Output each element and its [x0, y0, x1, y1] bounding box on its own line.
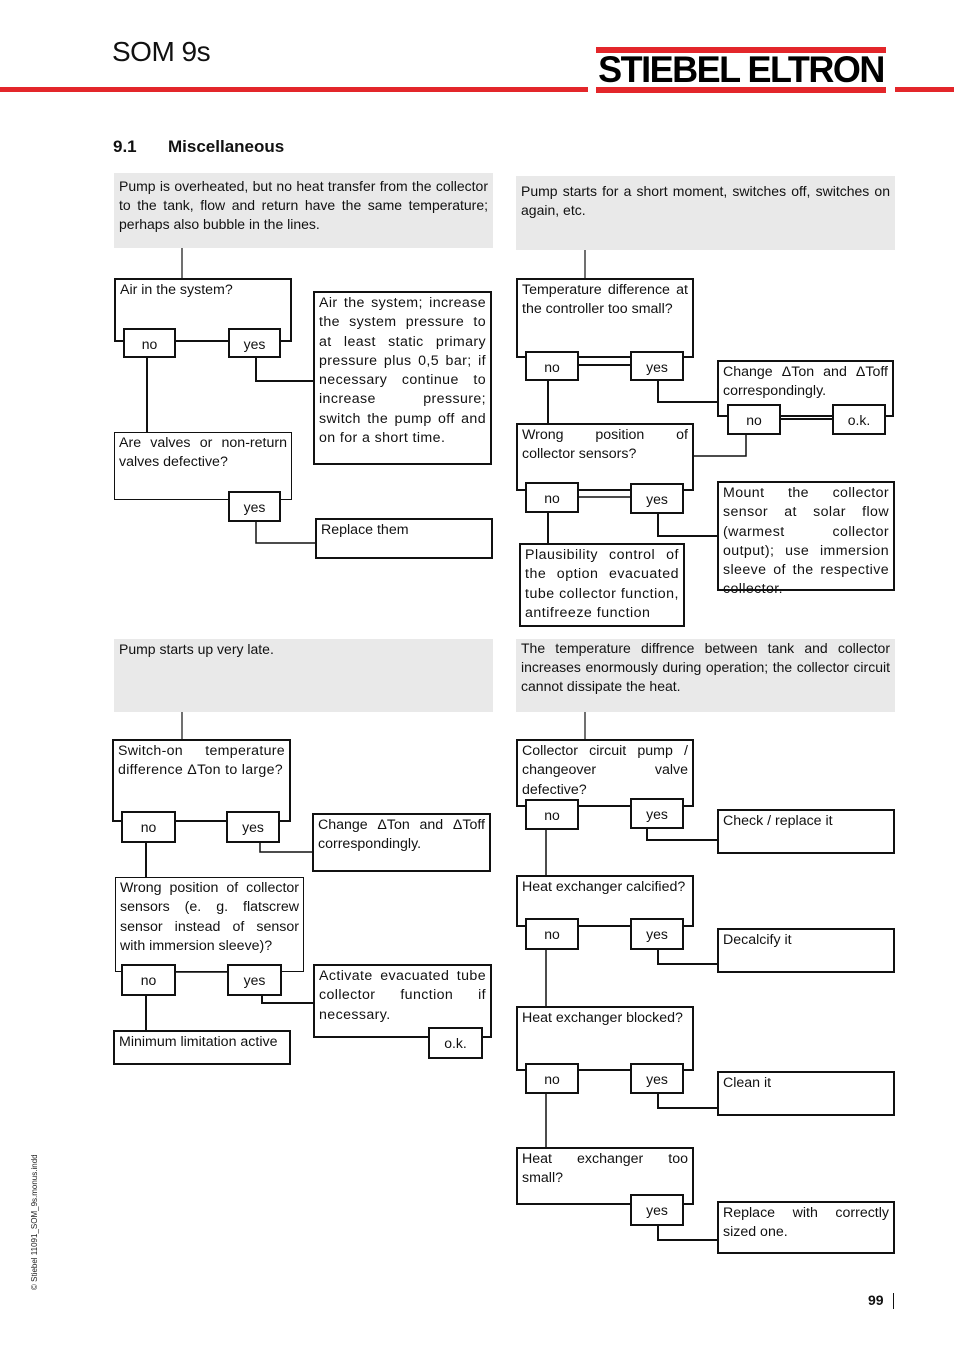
action-clean: Clean it: [717, 1071, 895, 1116]
answer-no: no: [525, 1063, 579, 1094]
question-temp-difference-too-small: Temperature difference at the controller…: [516, 278, 694, 358]
answer-ok: o.k.: [832, 404, 886, 435]
answer-no: no: [525, 918, 579, 950]
action-decalcify: Decalcify it: [717, 928, 895, 973]
connector: [657, 949, 718, 965]
section-title: Miscellaneous: [168, 137, 285, 156]
answer-yes: yes: [630, 1063, 684, 1094]
answer-yes: yes: [228, 491, 281, 522]
problem-box-pump-overheated: Pump is overheated, but no heat transfer…: [114, 173, 493, 248]
connector: [693, 434, 747, 457]
action-minimum-limitation: Minimum limitation active: [113, 1030, 291, 1065]
action-mount-collector-sensor: Mount the collector sensor at solar flow…: [717, 481, 895, 597]
connector: [255, 356, 315, 382]
question-heat-exchanger-blocked: Heat exchanger blocked?: [516, 1006, 694, 1071]
action-air-the-system: Air the system; increase the system pres…: [313, 291, 492, 465]
answer-ok: o.k.: [428, 1027, 483, 1059]
page-number-divider: [893, 1293, 894, 1309]
connector: [657, 1094, 718, 1109]
header-rule-left: [0, 87, 588, 92]
question-wrong-sensor-position-detailed: Wrong position of collector sensors (e. …: [115, 877, 304, 972]
document-title: SOM 9s: [112, 36, 211, 67]
answer-yes: yes: [630, 1194, 684, 1226]
section-heading: 9.1 Miscellaneous: [113, 137, 284, 157]
connector: [255, 520, 316, 544]
problem-box-temp-difference-increases: The temperature diffrence between tank a…: [516, 639, 895, 712]
section-number: 9.1: [113, 137, 137, 156]
answer-yes: yes: [630, 798, 684, 829]
answer-yes: yes: [630, 483, 684, 514]
connector: [657, 1225, 718, 1241]
file-reference: © Stiebel 11091_SOM_9s.monus.indd: [30, 1154, 39, 1290]
question-valves-defective: Are valves or non-return valves defectiv…: [114, 432, 292, 500]
connector: [259, 842, 314, 853]
answer-no: no: [525, 351, 579, 381]
action-replace-them: Replace them: [315, 518, 493, 559]
header-rule-right: [895, 87, 954, 92]
connector: [646, 829, 718, 841]
answer-no: no: [727, 404, 781, 435]
connector: [657, 512, 718, 537]
action-replace-correctly-sized: Replace with correctly sized one.: [717, 1201, 895, 1254]
question-switch-on-delta-ton: Switch-on temperature difference ΔTon to…: [112, 739, 291, 822]
brand-name: STIEBEL ELTRON: [598, 48, 885, 91]
connector: [657, 379, 718, 403]
question-wrong-sensor-position: Wrong position of collector sensors?: [516, 423, 694, 491]
answer-no: no: [121, 964, 176, 996]
answer-no: no: [121, 811, 176, 843]
answer-no: no: [525, 482, 579, 513]
answer-yes: yes: [228, 328, 281, 358]
answer-yes: yes: [630, 918, 684, 950]
answer-yes: yes: [226, 811, 280, 843]
answer-yes: yes: [227, 964, 282, 996]
problem-box-pump-starts-late: Pump starts up very late.: [114, 639, 493, 712]
answer-no: no: [525, 799, 579, 830]
action-change-delta-t: Change ΔTon and ΔToff correspondingly.: [312, 813, 491, 872]
action-check-replace: Check / replace it: [717, 809, 895, 854]
question-pump-valve-defective: Collector circuit pump / changeover valv…: [516, 739, 694, 807]
page-number: 99: [868, 1292, 884, 1308]
action-plausibility-control: Plausibility control of the option evacu…: [519, 543, 685, 627]
answer-yes: yes: [630, 351, 684, 381]
problem-box-pump-short-cycles: Pump starts for a short moment, switches…: [516, 176, 895, 250]
answer-no: no: [123, 328, 176, 358]
brand-logo: STIEBEL ELTRON: [596, 47, 886, 93]
logo-bottom-bar: [596, 87, 886, 93]
